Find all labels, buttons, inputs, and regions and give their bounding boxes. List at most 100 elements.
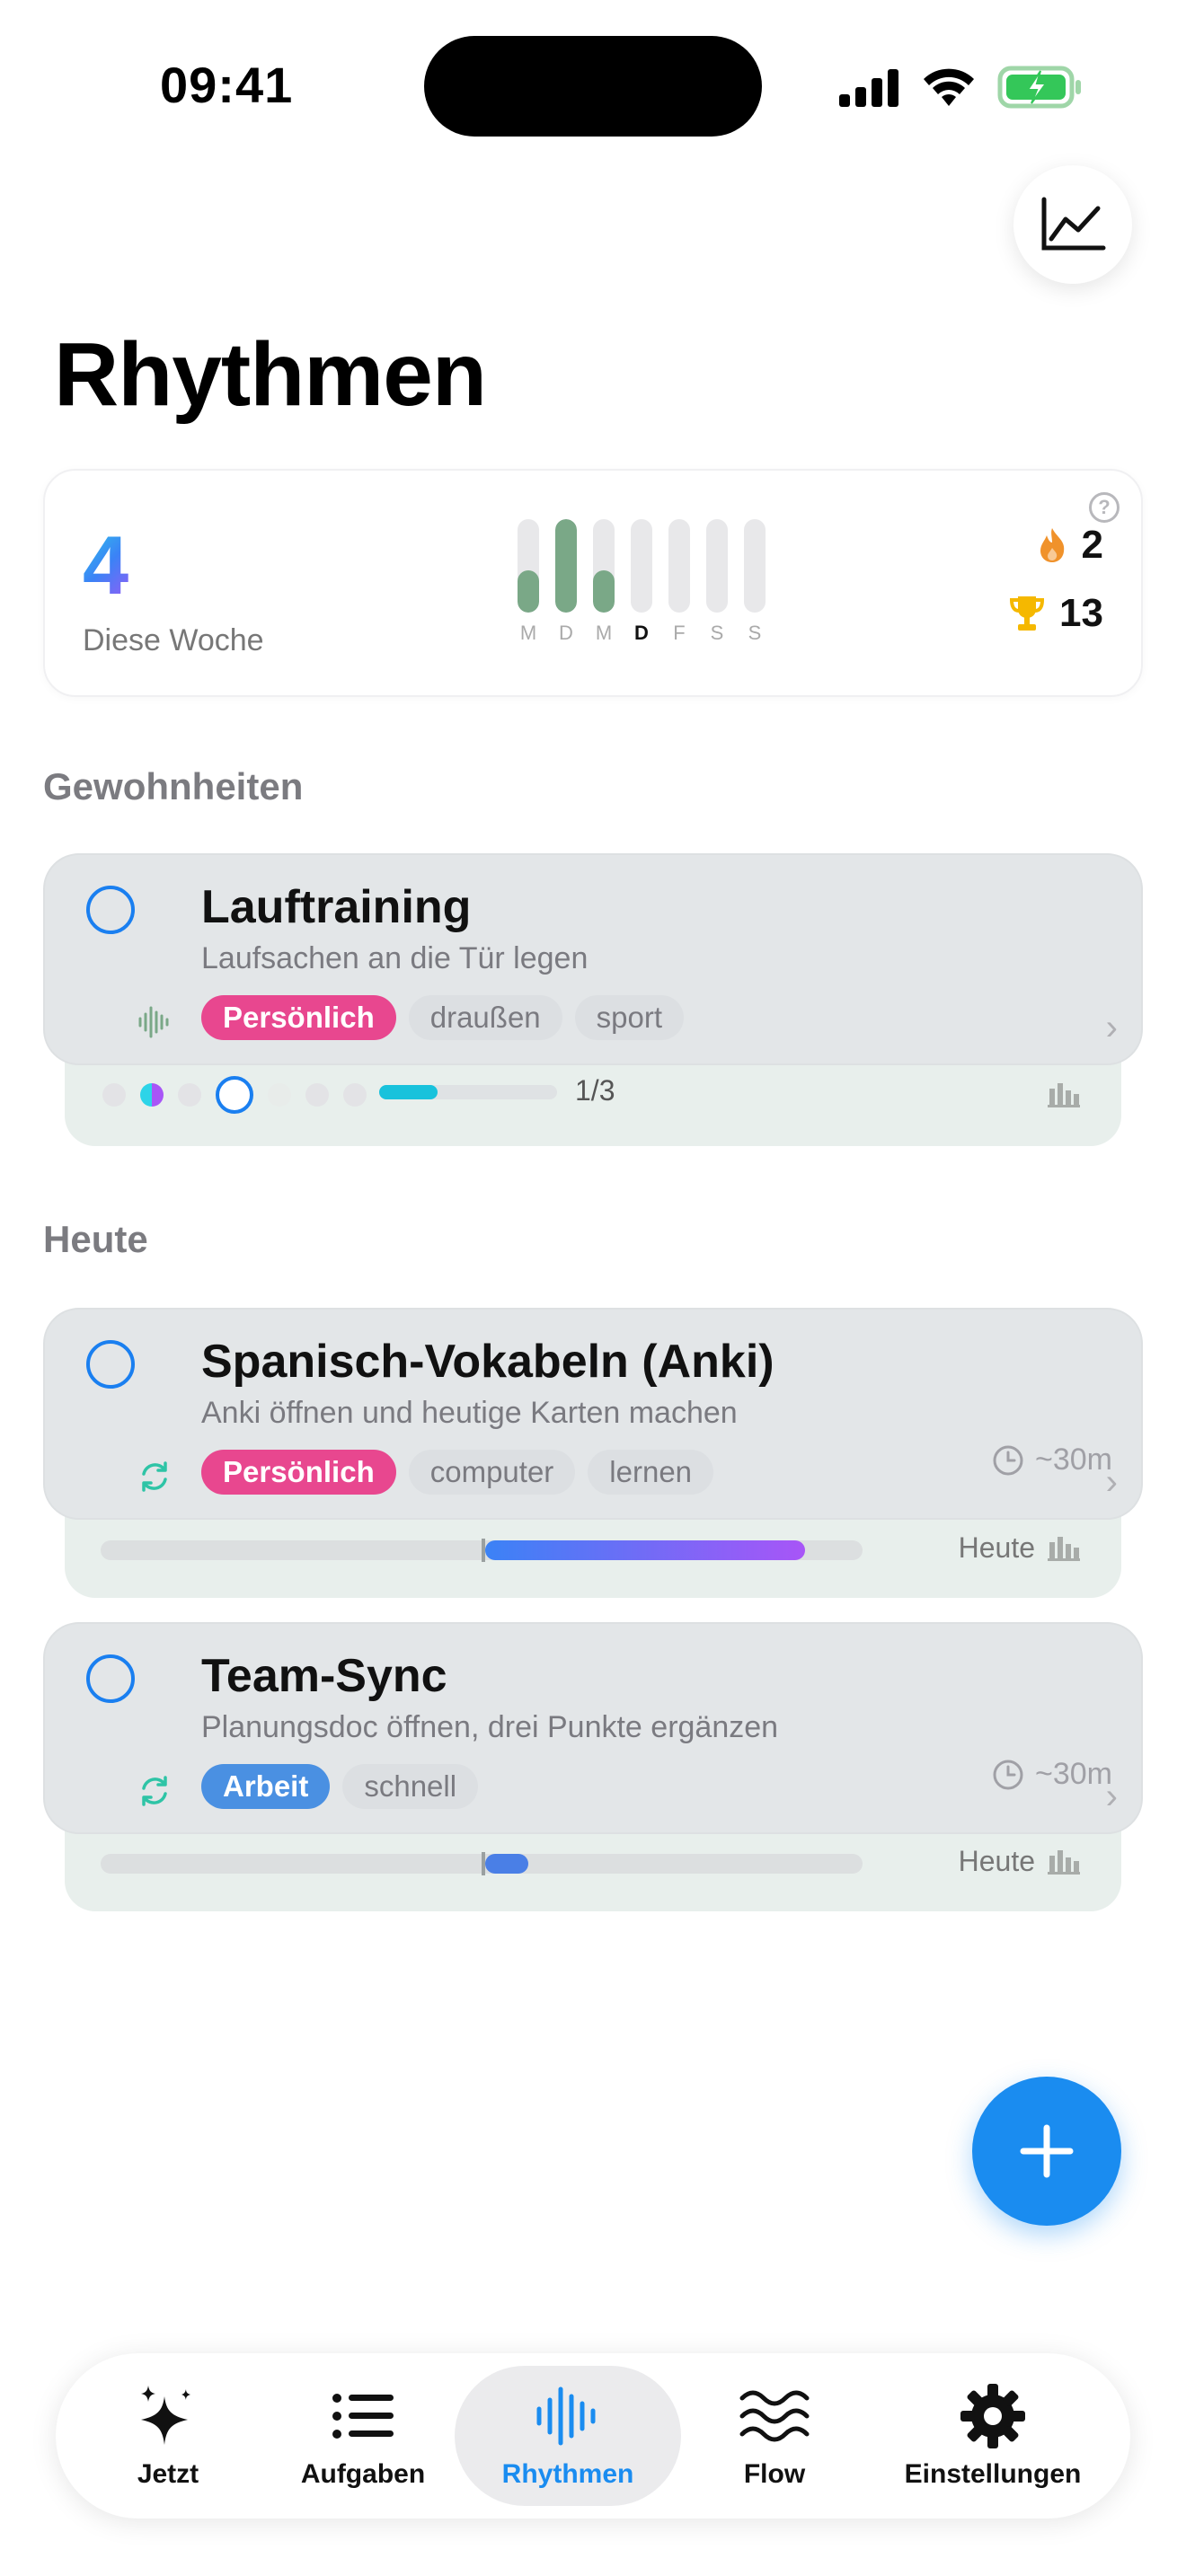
progress-dot-current (216, 1076, 253, 1114)
task-checkbox[interactable] (86, 1340, 135, 1389)
help-icon[interactable]: ? (1089, 492, 1120, 523)
weekday-column: D (555, 519, 577, 645)
tab-label: Flow (743, 2459, 806, 2489)
progress-dot-done (140, 1083, 164, 1107)
habit-description: Laufsachen an die Tür legen (201, 941, 589, 975)
weekday-letter: D (559, 622, 573, 644)
repeat-icon (135, 1771, 174, 1811)
weekly-count-label: Diese Woche (83, 623, 264, 657)
wifi-icon (924, 68, 974, 106)
tab-bar: Jetzt Aufgaben Rhythmen Flow Einstellung… (56, 2353, 1130, 2519)
status-bar: 09:41 (0, 0, 1186, 171)
weekday-letter: D (634, 622, 649, 644)
task-card-team-sync[interactable]: Team-Sync Planungsdoc öffnen, drei Punkt… (43, 1622, 1143, 1834)
task-card-spanisch[interactable]: Spanisch-Vokabeln (Anki) Anki öffnen und… (43, 1308, 1143, 1520)
chevron-right-icon: › (1105, 1008, 1118, 1047)
weekday-bar-fill (555, 519, 577, 613)
waveform-icon (536, 2386, 596, 2446)
tab-einstellungen[interactable]: Einstellungen (881, 2366, 1105, 2506)
tab-aufgaben[interactable]: Aufgaben (291, 2366, 435, 2506)
weekday-column: D (631, 519, 652, 645)
weekday-letter: S (710, 622, 724, 644)
task-description: Planungsdoc öffnen, drei Punkte ergänzen (201, 1710, 779, 1744)
list-icon (332, 2394, 394, 2439)
tab-rhythmen[interactable]: Rhythmen (455, 2366, 681, 2506)
task-duration-text: ~30m (1035, 1757, 1112, 1791)
weekly-summary-card[interactable]: 4 Diese Woche MDMDFSS ? 2 13 (43, 469, 1143, 697)
gear-icon (960, 2384, 1025, 2448)
weekday-letter: S (748, 622, 762, 644)
tag[interactable]: schnell (342, 1764, 479, 1809)
tab-flow[interactable]: Flow (721, 2366, 828, 2506)
tab-label: Rhythmen (501, 2459, 634, 2489)
status-time: 09:41 (160, 57, 294, 113)
weekday-bar (555, 519, 577, 613)
task-title: Team-Sync (201, 1650, 447, 1702)
habit-title: Lauftraining (201, 881, 472, 933)
habit-checkbox[interactable] (86, 886, 135, 934)
bar-chart-icon[interactable] (1046, 1847, 1082, 1875)
weekday-bars: MDMDFSS (518, 519, 766, 645)
trophy-icon (1010, 596, 1045, 631)
task-duration: ~30m (992, 1442, 1112, 1478)
weekday-column: M (518, 519, 539, 645)
weekday-bar (631, 519, 652, 613)
progress-dot (102, 1083, 126, 1107)
tag[interactable]: computer (408, 1450, 576, 1495)
trophy-stat: 13 (1009, 591, 1103, 636)
habit-tags: Persönlich draußen sport (201, 995, 685, 1040)
weekday-letter: F (673, 622, 686, 644)
tag[interactable]: lernen (588, 1450, 714, 1495)
plus-icon (1020, 2124, 1074, 2178)
section-habits: Gewohnheiten (43, 765, 304, 807)
timeline-span (485, 1854, 528, 1874)
battery-charging-icon (997, 66, 1081, 109)
clock-icon (993, 1445, 1023, 1475)
line-chart-icon (1041, 197, 1106, 251)
repeat-icon (135, 1457, 174, 1496)
weekly-count: 4 (83, 520, 129, 612)
tab-label: Einstellungen (904, 2459, 1082, 2489)
weekday-bar (668, 519, 690, 613)
task-duration-text: ~30m (1035, 1442, 1112, 1477)
habit-card-lauftraining[interactable]: Lauftraining Laufsachen an die Tür legen… (43, 853, 1143, 1065)
weekday-bar (706, 519, 728, 613)
tab-label: Jetzt (137, 2459, 199, 2489)
weekday-column: S (744, 519, 766, 645)
tag[interactable]: draußen (408, 995, 562, 1040)
weekday-column: M (593, 519, 615, 645)
streak-count: 2 (1081, 523, 1103, 567)
weekday-bar-fill (518, 570, 539, 613)
timeline-span (485, 1540, 805, 1560)
streak-stat: 2 (1037, 523, 1103, 568)
weekday-column: F (668, 519, 690, 645)
weekday-column: S (706, 519, 728, 645)
tab-jetzt[interactable]: Jetzt (110, 2366, 226, 2506)
add-button[interactable] (972, 2077, 1121, 2226)
habit-progress-fill (379, 1085, 438, 1099)
category-tag[interactable]: Arbeit (201, 1764, 331, 1809)
timeline-track (101, 1539, 863, 1562)
category-tag[interactable]: Persönlich (201, 1450, 396, 1495)
category-tag[interactable]: Persönlich (201, 995, 396, 1040)
chevron-right-icon: › (1105, 1777, 1118, 1816)
progress-dot (305, 1083, 329, 1107)
tag[interactable]: sport (574, 995, 685, 1040)
timeline-track (101, 1852, 863, 1875)
weekday-bar-fill (593, 570, 615, 613)
bar-chart-icon[interactable] (1046, 1080, 1082, 1108)
cellular-signal-icon (839, 69, 898, 107)
clock-icon (993, 1760, 1023, 1789)
statistics-button[interactable] (1013, 165, 1132, 284)
bar-chart-icon[interactable] (1046, 1533, 1082, 1562)
sparkles-icon (141, 2386, 190, 2445)
task-duration: ~30m (992, 1757, 1112, 1792)
progress-dot (268, 1083, 291, 1107)
task-tags: Persönlich computer lernen (201, 1450, 714, 1495)
habit-dots (102, 1076, 367, 1114)
task-checkbox[interactable] (86, 1654, 135, 1703)
progress-dot (343, 1083, 367, 1107)
trophy-count: 13 (1059, 591, 1103, 635)
flame-icon (1040, 528, 1064, 562)
habit-progress-track (379, 1085, 557, 1099)
